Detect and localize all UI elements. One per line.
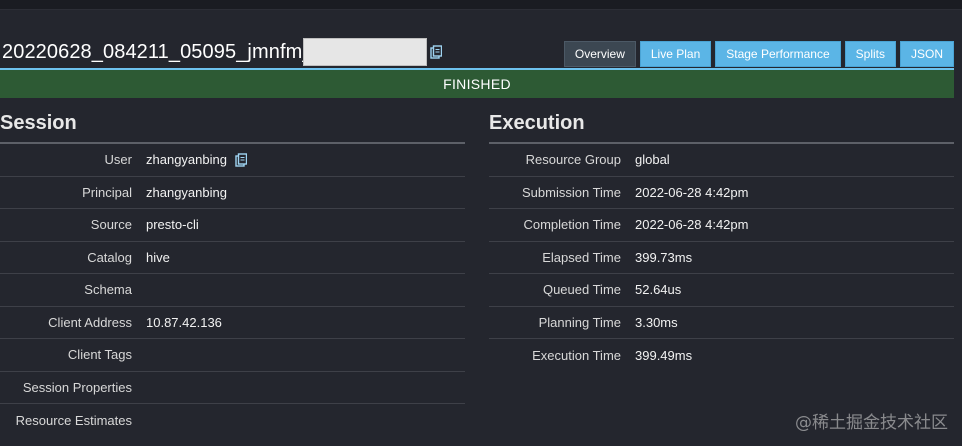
execution-value: 2022-06-28 4:42pm [635,217,749,233]
session-row-user: User zhangyanbing [0,144,465,177]
query-status-bar: FINISHED [0,68,954,98]
tab-live-plan[interactable]: Live Plan [639,41,712,67]
session-key: Client Address [48,314,132,330]
window-top-bar [0,0,962,10]
session-key: Session Properties [22,379,132,395]
session-row-principal: Principal zhangyanbing [0,177,465,209]
execution-row-elapsed-time: Elapsed Time 399.73ms [489,242,954,274]
session-row-session-properties: Session Properties [0,372,465,404]
execution-row-planning-time: Planning Time 3.30ms [489,307,954,339]
session-key: Client Tags [67,347,132,363]
execution-title: Execution [489,112,954,144]
session-key: Source [90,217,132,233]
session-key: Resource Estimates [15,412,132,428]
redacted-query-suffix [303,38,427,66]
status-label: FINISHED [443,76,511,92]
execution-key: Submission Time [522,184,621,200]
tab-overview[interactable]: Overview [563,41,636,67]
session-row-resource-estimates: Resource Estimates [0,404,465,437]
execution-key: Execution Time [532,347,621,363]
execution-value: 399.73ms [635,249,693,265]
tab-stage-performance[interactable]: Stage Performance [715,41,841,67]
session-value: 10.87.42.136 [146,314,222,330]
session-key: User [104,152,132,168]
execution-key: Completion Time [523,217,621,233]
session-value: zhangyanbing [146,184,227,200]
execution-row-resource-group: Resource Group global [489,144,954,177]
execution-row-completion-time: Completion Time 2022-06-28 4:42pm [489,209,954,242]
execution-value: 399.49ms [635,347,693,363]
execution-row-submission-time: Submission Time 2022-06-28 4:42pm [489,177,954,209]
session-row-source: Source presto-cli [0,209,465,242]
execution-row-execution-time: Execution Time 399.49ms [489,339,954,372]
session-section: Session User zhangyanbing Principal zhan… [0,112,465,437]
session-key: Catalog [87,249,132,265]
execution-key: Queued Time [542,282,621,298]
execution-value: 3.30ms [635,314,678,330]
execution-value: 52.64us [635,282,682,298]
tab-splits[interactable]: Splits [844,41,896,67]
query-id: 20220628_084211_05095_jmnfm_ [2,41,314,63]
execution-value: 2022-06-28 4:42pm [635,184,749,200]
session-row-client-address: Client Address 10.87.42.136 [0,307,465,339]
session-row-client-tags: Client Tags [0,339,465,372]
session-title: Session [0,112,465,144]
execution-key: Elapsed Time [542,249,621,265]
execution-section: Execution Resource Group global Submissi… [489,112,954,372]
session-row-schema: Schema [0,274,465,307]
session-row-catalog: Catalog hive [0,242,465,274]
execution-key: Planning Time [538,314,621,330]
session-key: Schema [84,282,132,298]
query-tabs: Overview Live Plan Stage Performance Spl… [563,41,954,67]
execution-key: Resource Group [525,152,621,168]
session-key: Principal [82,184,132,200]
session-value: presto-cli [146,217,199,233]
user-value: zhangyanbing [146,152,227,168]
execution-row-queued-time: Queued Time 52.64us [489,274,954,307]
session-value: zhangyanbing [146,152,247,167]
clipboard-icon[interactable] [235,153,247,167]
execution-value: global [635,152,670,168]
session-value: hive [146,249,170,265]
query-header: 20220628_084211_05095_jmnfm_ Overview Li… [0,38,962,68]
tab-json[interactable]: JSON [899,41,954,67]
watermark: @稀土掘金技术社区 [795,413,948,433]
clipboard-icon[interactable] [430,45,444,60]
